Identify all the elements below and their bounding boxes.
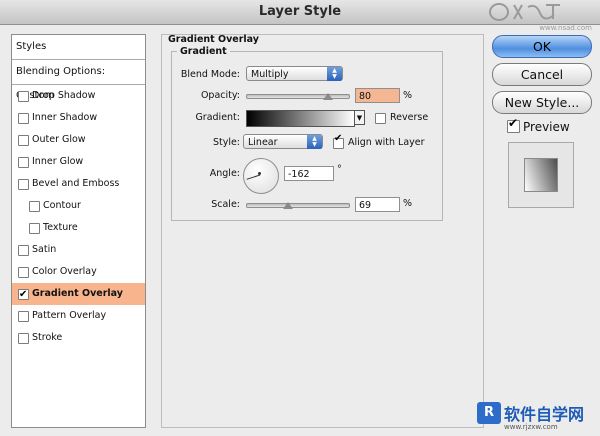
- style-label: Style:: [212, 137, 240, 148]
- preview-label: Preview: [523, 120, 570, 134]
- style-checkbox[interactable]: [18, 267, 29, 278]
- scale-slider-track[interactable]: [246, 203, 350, 208]
- style-checkbox[interactable]: [29, 201, 40, 212]
- style-checkbox[interactable]: [18, 113, 29, 124]
- gradient-swatch[interactable]: [246, 110, 355, 127]
- style-item-label: Outer Glow: [32, 134, 86, 145]
- watermark-top-url: www.nsad.com: [539, 24, 592, 32]
- scale-label: Scale:: [211, 199, 240, 210]
- blending-options-item[interactable]: Blending Options: Custom: [12, 60, 145, 101]
- opacity-label: Opacity:: [200, 90, 240, 101]
- style-checkbox[interactable]: [18, 157, 29, 168]
- watermark-logo-icon: [489, 3, 560, 21]
- style-item-label: Inner Glow: [32, 156, 84, 167]
- angle-line-icon: [246, 174, 261, 180]
- style-value: Linear: [248, 137, 278, 148]
- angle-unit: °: [337, 164, 342, 175]
- style-checkbox[interactable]: [18, 91, 29, 102]
- style-item-gradient-overlay[interactable]: Gradient Overlay: [12, 283, 145, 306]
- watermark-brand: 软件自学网: [504, 405, 585, 424]
- style-item-inner-shadow[interactable]: Inner Shadow: [12, 107, 145, 129]
- style-item-stroke[interactable]: Stroke: [12, 327, 145, 349]
- style-checkbox[interactable]: [18, 135, 29, 146]
- style-checkbox[interactable]: [29, 223, 40, 234]
- blend-mode-value: Multiply: [251, 69, 289, 80]
- style-checkbox[interactable]: [18, 333, 29, 344]
- style-item-satin[interactable]: Satin: [12, 239, 145, 261]
- style-item-label: Drop Shadow: [32, 90, 96, 101]
- style-checkbox[interactable]: [18, 179, 29, 190]
- style-item-label: Gradient Overlay: [32, 288, 123, 299]
- preview-checkbox[interactable]: [507, 116, 520, 133]
- angle-label: Angle:: [209, 168, 240, 179]
- reverse-checkbox-row[interactable]: Reverse: [375, 112, 429, 124]
- style-item-label: Pattern Overlay: [32, 310, 107, 321]
- style-item-outer-glow[interactable]: Outer Glow: [12, 129, 145, 151]
- reverse-label: Reverse: [390, 112, 429, 123]
- watermark-logo-icon: R: [477, 402, 501, 424]
- preview-checkbox-row[interactable]: Preview: [507, 116, 570, 134]
- style-item-color-overlay[interactable]: Color Overlay: [12, 261, 145, 283]
- group-title: Gradient: [177, 46, 230, 57]
- style-item-label: Stroke: [32, 332, 63, 343]
- section-title: Gradient Overlay: [168, 34, 259, 45]
- style-item-bevel-and-emboss[interactable]: Bevel and Emboss: [12, 173, 145, 195]
- align-with-layer-label: Align with Layer: [348, 137, 425, 148]
- angle-input[interactable]: -162: [284, 166, 334, 181]
- styles-list: Styles Blending Options: Custom Drop Sha…: [11, 34, 146, 428]
- style-select[interactable]: Linear ▲ ▼: [243, 134, 323, 149]
- opacity-slider-thumb[interactable]: [322, 93, 333, 100]
- scale-slider-thumb[interactable]: [283, 202, 294, 209]
- style-checkbox[interactable]: [18, 284, 29, 306]
- style-item-label: Satin: [32, 244, 57, 255]
- style-item-texture[interactable]: Texture: [12, 217, 145, 239]
- gradient-label: Gradient:: [195, 112, 240, 123]
- style-item-inner-glow[interactable]: Inner Glow: [12, 151, 145, 173]
- cancel-button[interactable]: Cancel: [492, 63, 592, 86]
- watermark-bottom: R 软件自学网 www.rjzxw.com: [477, 401, 597, 433]
- opacity-input[interactable]: 80: [355, 88, 400, 103]
- align-with-layer-row[interactable]: Align with Layer: [333, 133, 425, 149]
- gradient-dropdown-icon[interactable]: ▼: [354, 110, 365, 125]
- opacity-unit: %: [403, 90, 413, 101]
- preview-swatch: [524, 158, 558, 192]
- style-item-label: Contour: [43, 200, 81, 211]
- watermark-url: www.rjzxw.com: [504, 423, 558, 431]
- styles-header[interactable]: Styles: [12, 35, 145, 60]
- style-items: Drop Shadow Inner Shadow Outer Glow Inner G…: [12, 85, 145, 349]
- style-item-drop-shadow[interactable]: Drop Shadow: [12, 85, 145, 107]
- scale-input[interactable]: 69: [355, 197, 400, 212]
- watermark-top: www.nsad.com: [488, 1, 592, 32]
- scale-unit: %: [403, 198, 413, 209]
- reverse-checkbox[interactable]: [375, 113, 386, 124]
- style-item-label: Color Overlay: [32, 266, 97, 277]
- style-item-contour[interactable]: Contour: [12, 195, 145, 217]
- ok-button[interactable]: OK: [492, 35, 592, 58]
- new-style-button[interactable]: New Style...: [492, 91, 592, 114]
- align-with-layer-checkbox[interactable]: [333, 133, 344, 149]
- select-arrows-icon: ▲ ▼: [327, 67, 342, 81]
- style-item-label: Bevel and Emboss: [32, 178, 120, 189]
- style-item-label: Texture: [43, 222, 78, 233]
- blend-mode-label: Blend Mode:: [180, 69, 240, 80]
- angle-center-dot: [258, 172, 261, 175]
- style-item-pattern-overlay[interactable]: Pattern Overlay: [12, 305, 145, 327]
- opacity-slider-track[interactable]: [246, 94, 350, 99]
- style-checkbox[interactable]: [18, 245, 29, 256]
- blend-mode-select[interactable]: Multiply ▲ ▼: [246, 66, 343, 81]
- style-item-label: Inner Shadow: [32, 112, 98, 123]
- select-arrows-icon: ▲ ▼: [307, 135, 322, 149]
- style-checkbox[interactable]: [18, 311, 29, 322]
